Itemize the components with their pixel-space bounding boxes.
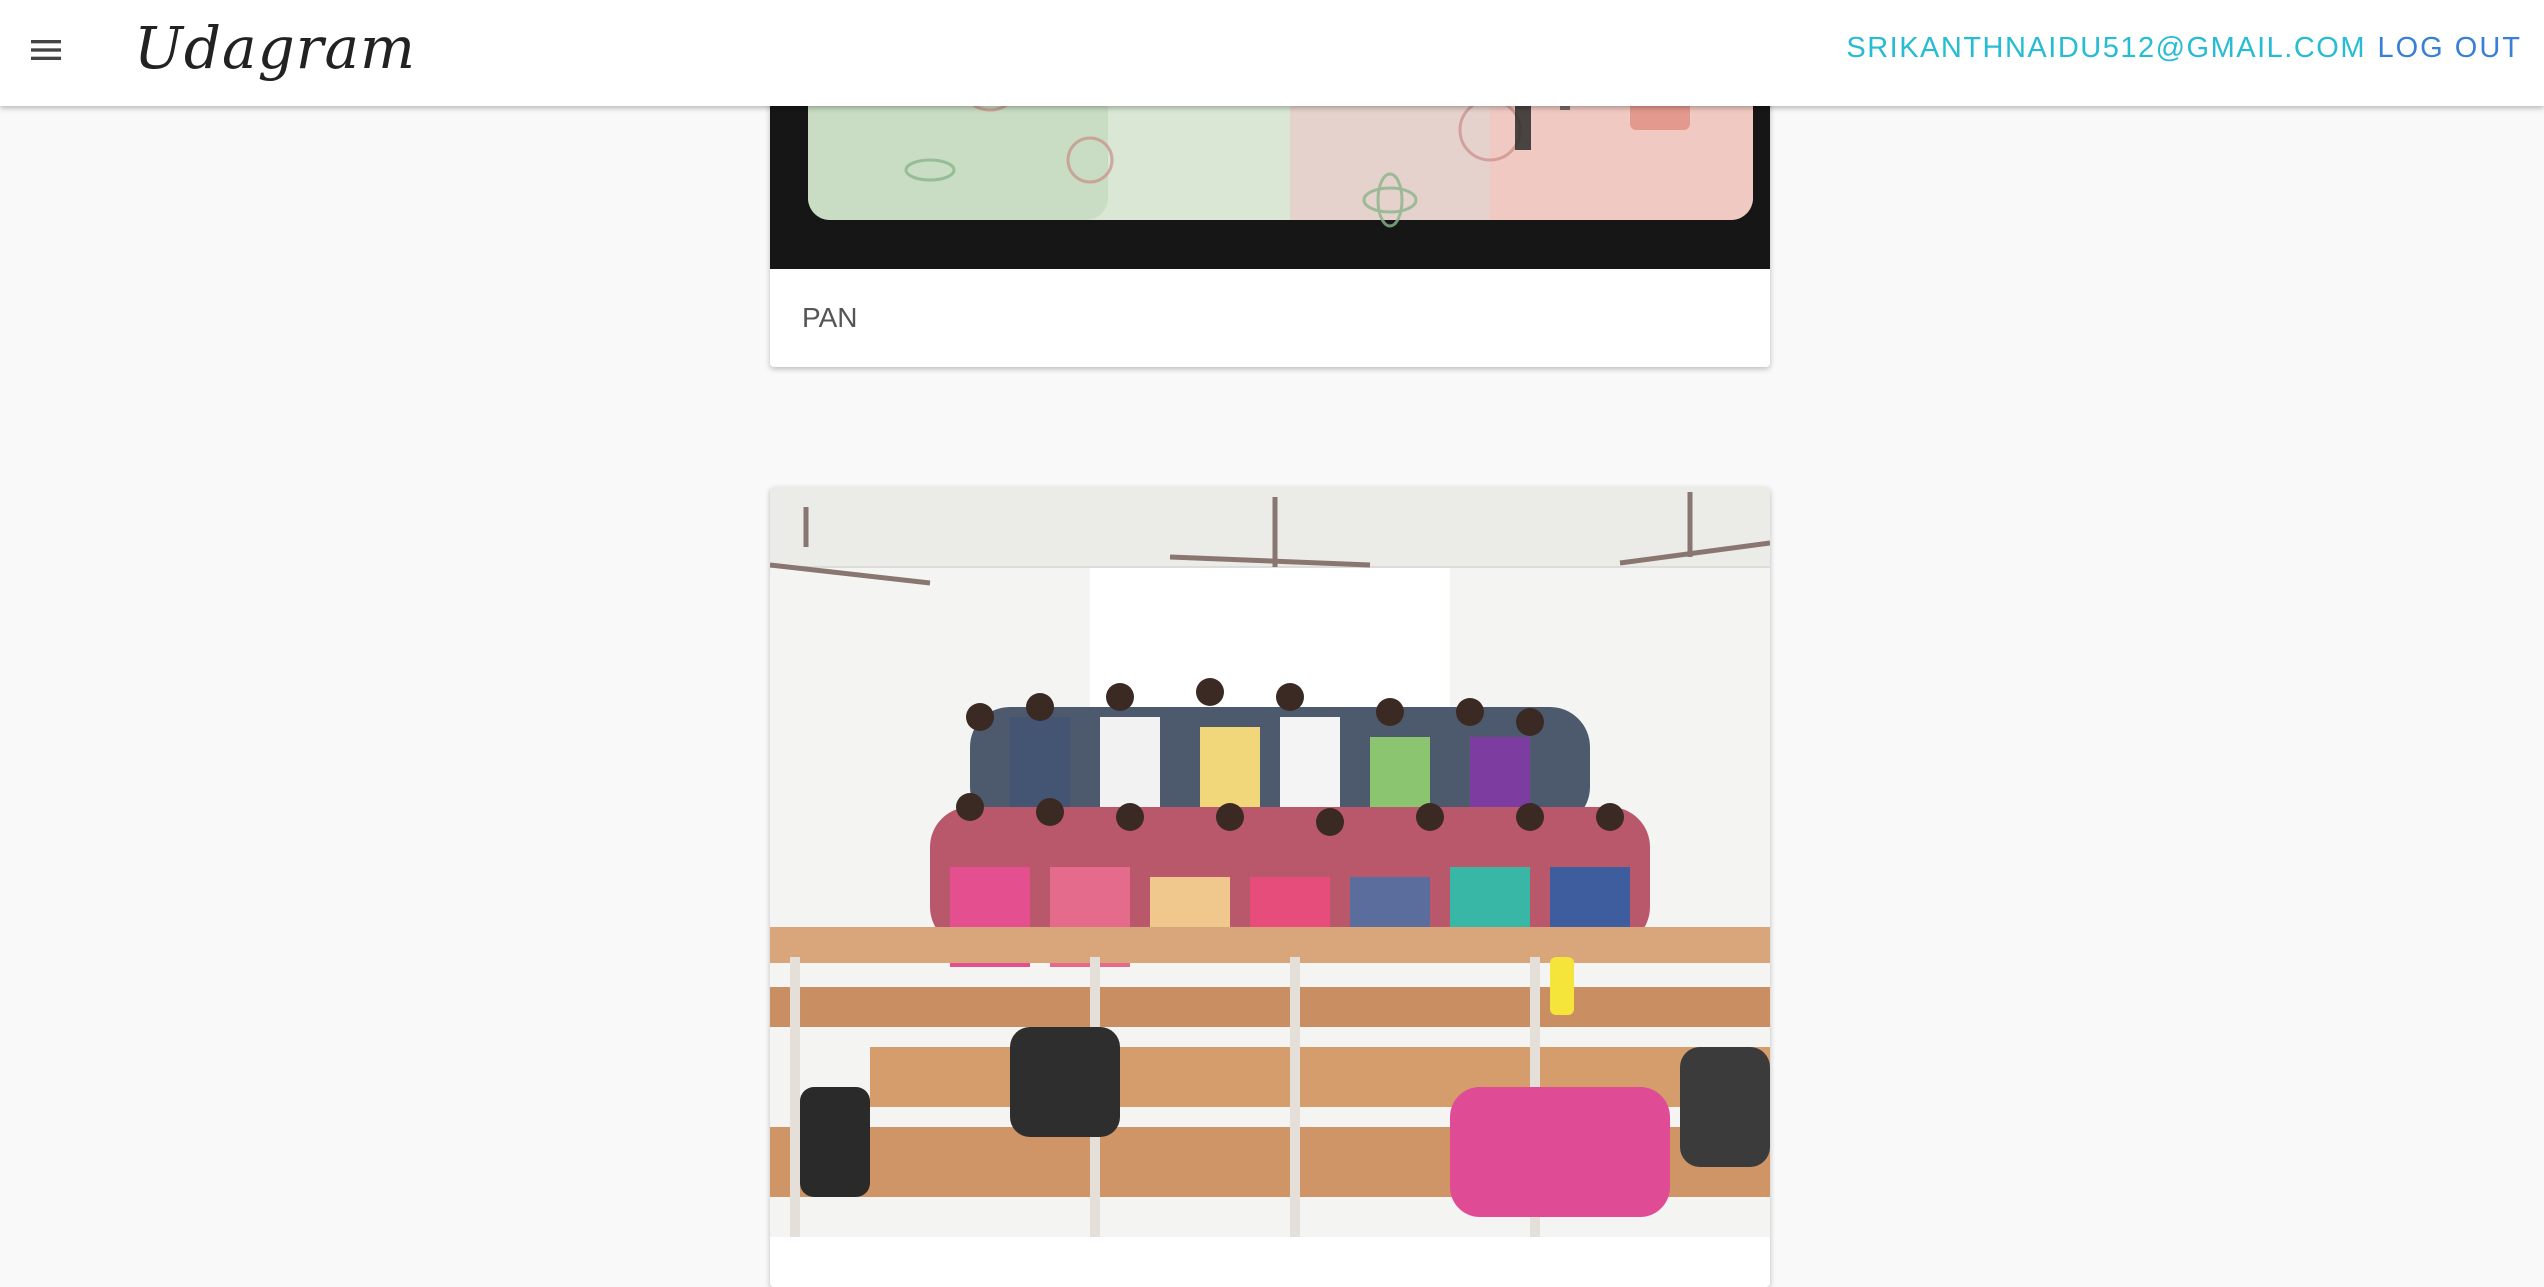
top-toolbar: Udagram SRIKANTHNAIDU512@GMAIL.COM LOG O… (0, 0, 2544, 106)
hamburger-menu-icon (31, 40, 61, 60)
feed-item-caption: PAN (802, 302, 858, 333)
app-logo[interactable]: Udagram (134, 14, 416, 82)
logout-button[interactable]: LOG OUT (2377, 32, 2522, 65)
feed-item-card (770, 487, 1770, 1287)
user-email-link[interactable]: SRIKANTHNAIDU512@GMAIL.COM (1846, 32, 2366, 65)
menu-button[interactable] (14, 22, 78, 78)
feed-item-photo[interactable] (770, 487, 1770, 1237)
